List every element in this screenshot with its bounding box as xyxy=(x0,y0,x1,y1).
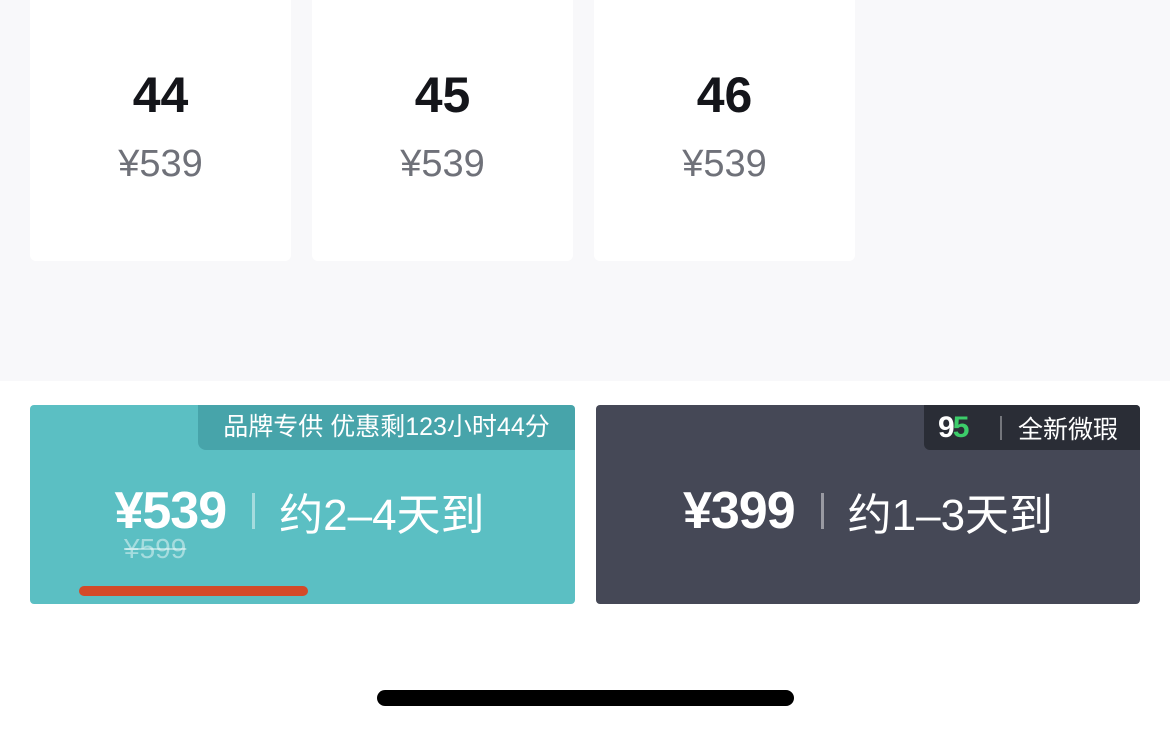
size-grid-area: 44 ¥539 45 ¥539 46 ¥539 xyxy=(0,0,1170,381)
divider xyxy=(1000,415,1002,440)
size-card-44[interactable]: 44 ¥539 xyxy=(30,0,291,261)
brand-buy-content: ¥539 约2–4天到 xyxy=(30,480,575,542)
size-card-45[interactable]: 45 ¥539 xyxy=(312,0,573,261)
size-price: ¥539 xyxy=(400,143,485,185)
size-label: 44 xyxy=(132,67,189,123)
divider xyxy=(252,493,256,529)
home-indicator[interactable] xyxy=(377,690,794,706)
brand-delivery-time: 约2–4天到 xyxy=(279,491,485,540)
new-flawed-buy-button[interactable]: 95 全新微瑕 ¥399 约1–3天到 xyxy=(596,405,1140,604)
size-price: ¥539 xyxy=(118,143,203,185)
size-card-46[interactable]: 46 ¥539 xyxy=(594,0,855,261)
highlight-underline xyxy=(79,586,308,596)
size-label: 45 xyxy=(414,67,471,123)
original-price: ¥599 xyxy=(124,533,187,564)
new-price: ¥399 xyxy=(682,482,796,540)
divider xyxy=(820,493,824,529)
size-price: ¥539 xyxy=(682,143,767,185)
condition-label: 全新微瑕 xyxy=(1018,415,1119,444)
size-label: 46 xyxy=(696,67,753,123)
brand-price: ¥539 xyxy=(114,482,227,540)
new-delivery-time: 约1–3天到 xyxy=(847,491,1054,540)
promo-countdown-tag: 品牌专供 优惠剩123小时44分 xyxy=(198,405,575,450)
condition-tag: 95 全新微瑕 xyxy=(924,405,1140,450)
new-buy-content: ¥399 约1–3天到 xyxy=(596,480,1140,542)
brand-buy-button[interactable]: 品牌专供 优惠剩123小时44分 ¥539 约2–4天到 ¥599 xyxy=(30,405,575,604)
95-logo-icon: 95 xyxy=(938,410,969,444)
